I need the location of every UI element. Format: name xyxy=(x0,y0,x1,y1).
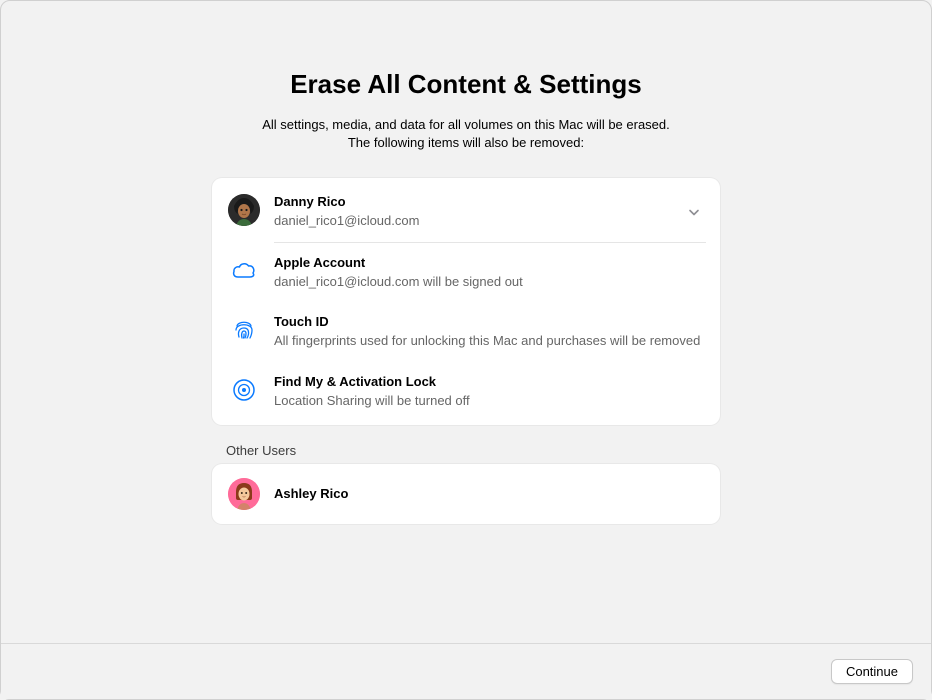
other-users-label: Other Users xyxy=(212,443,720,458)
continue-button[interactable]: Continue xyxy=(831,659,913,684)
other-user-text: Ashley Rico xyxy=(274,486,704,503)
cloud-icon xyxy=(228,255,260,287)
page-subtitle: All settings, media, and data for all vo… xyxy=(262,116,670,152)
user-header-row[interactable]: Danny Rico daniel_rico1@icloud.com xyxy=(212,182,720,241)
touch-id-row: Touch ID All fingerprints used for unloc… xyxy=(212,302,720,361)
find-my-icon xyxy=(228,374,260,406)
other-user-row: Ashley Rico xyxy=(212,464,720,524)
find-my-row: Find My & Activation Lock Location Shari… xyxy=(212,362,720,421)
touch-id-title: Touch ID xyxy=(274,314,704,331)
primary-user-card: Danny Rico daniel_rico1@icloud.com xyxy=(212,178,720,425)
other-users-card: Ashley Rico xyxy=(212,464,720,524)
content-area: Erase All Content & Settings All setting… xyxy=(1,1,931,699)
apple-account-row: Apple Account daniel_rico1@icloud.com wi… xyxy=(212,243,720,302)
find-my-title: Find My & Activation Lock xyxy=(274,374,704,391)
footer-bar: Continue xyxy=(1,643,931,699)
subtitle-line-2: The following items will also be removed… xyxy=(348,135,584,150)
find-my-sub: Location Sharing will be turned off xyxy=(274,392,704,410)
other-user-name: Ashley Rico xyxy=(274,486,704,503)
user-avatar-wrap xyxy=(228,194,260,226)
apple-account-title: Apple Account xyxy=(274,255,704,272)
find-my-text: Find My & Activation Lock Location Shari… xyxy=(274,374,704,409)
user-text: Danny Rico daniel_rico1@icloud.com xyxy=(274,194,676,229)
user-name: Danny Rico xyxy=(274,194,676,211)
touch-id-text: Touch ID All fingerprints used for unloc… xyxy=(274,314,704,349)
user-email: daniel_rico1@icloud.com xyxy=(274,212,676,230)
touch-id-sub: All fingerprints used for unlocking this… xyxy=(274,332,704,350)
other-user-avatar-wrap xyxy=(228,478,260,510)
chevron-down-icon xyxy=(684,205,704,219)
page-title: Erase All Content & Settings xyxy=(290,69,642,100)
apple-account-sub: daniel_rico1@icloud.com will be signed o… xyxy=(274,273,704,291)
avatar xyxy=(228,478,260,510)
avatar xyxy=(228,194,260,226)
fingerprint-icon xyxy=(228,314,260,346)
subtitle-line-1: All settings, media, and data for all vo… xyxy=(262,117,670,132)
erase-assistant-window: Erase All Content & Settings All setting… xyxy=(0,0,932,700)
apple-account-text: Apple Account daniel_rico1@icloud.com wi… xyxy=(274,255,704,290)
